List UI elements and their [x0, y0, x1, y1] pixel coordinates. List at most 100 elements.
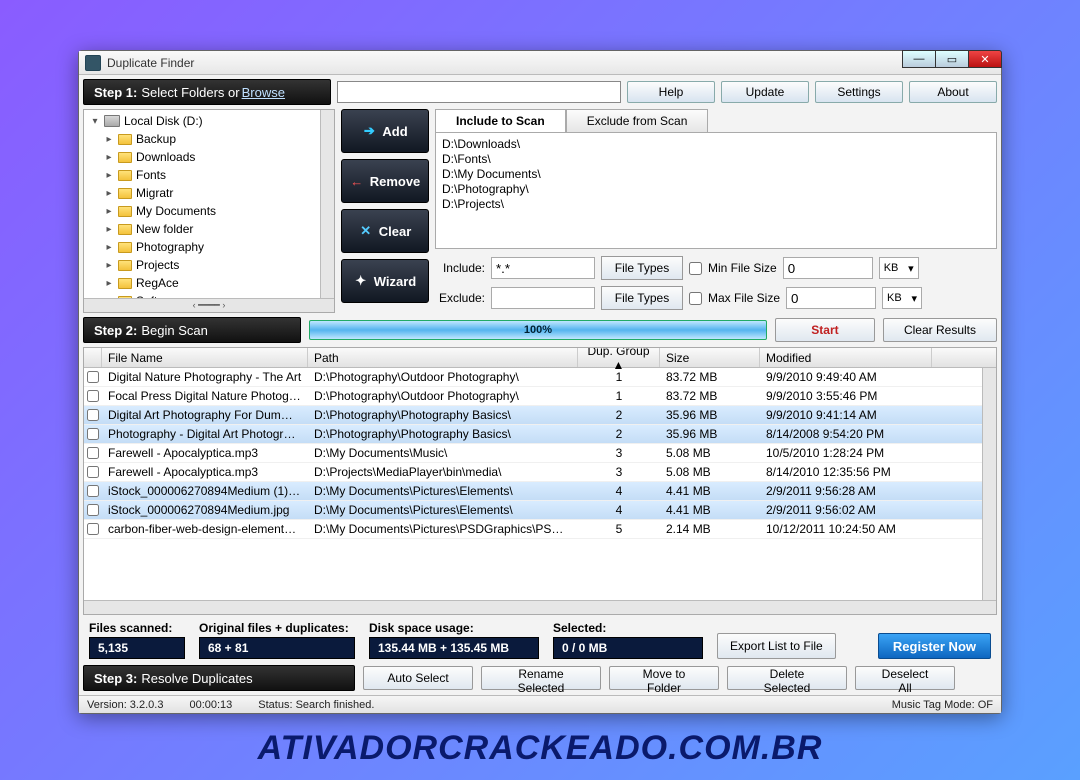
- row-checkbox[interactable]: [87, 428, 99, 440]
- scan-path-item[interactable]: D:\Fonts\: [442, 152, 990, 167]
- maximize-button[interactable]: ▭: [935, 50, 969, 68]
- about-button[interactable]: About: [909, 81, 997, 103]
- step2-header: Step 2:Begin Scan: [83, 317, 301, 343]
- table-row[interactable]: Farewell - Apocalyptica.mp3D:\Projects\M…: [84, 463, 996, 482]
- scan-path-item[interactable]: D:\Projects\: [442, 197, 990, 212]
- tree-item[interactable]: ▸Migratr: [86, 184, 332, 202]
- folder-path-input[interactable]: [337, 81, 621, 103]
- table-row[interactable]: iStock_000006270894Medium.jpgD:\My Docum…: [84, 501, 996, 520]
- folder-icon: [118, 152, 132, 163]
- table-row[interactable]: iStock_000006270894Medium (1).jpgD:\My D…: [84, 482, 996, 501]
- step1-header: Step 1:Select Folders or Browse: [83, 79, 331, 105]
- tree-item[interactable]: ▸RegAce: [86, 274, 332, 292]
- col-size[interactable]: Size: [660, 348, 760, 367]
- max-size-unit[interactable]: KB▾: [882, 287, 922, 309]
- scan-paths-list[interactable]: D:\Downloads\D:\Fonts\D:\My Documents\D:…: [435, 132, 997, 249]
- folder-tree[interactable]: ▾Local Disk (D:)▸Backup▸Downloads▸Fonts▸…: [83, 109, 335, 313]
- move-to-folder-button[interactable]: Move to Folder: [609, 666, 719, 690]
- update-button[interactable]: Update: [721, 81, 809, 103]
- close-button[interactable]: ✕: [968, 50, 1002, 68]
- wizard-button[interactable]: ✦Wizard: [341, 259, 429, 303]
- scan-path-item[interactable]: D:\My Documents\: [442, 167, 990, 182]
- status-version: Version: 3.2.0.3: [87, 699, 163, 711]
- tree-item[interactable]: ▸Backup: [86, 130, 332, 148]
- col-modified[interactable]: Modified: [760, 348, 932, 367]
- tree-item[interactable]: ▸Downloads: [86, 148, 332, 166]
- col-filename[interactable]: File Name: [102, 348, 308, 367]
- rename-selected-button[interactable]: Rename Selected: [481, 666, 601, 690]
- exclude-filetypes-button[interactable]: File Types: [601, 286, 683, 310]
- col-checkbox[interactable]: [84, 348, 102, 367]
- tree-item[interactable]: ▸New folder: [86, 220, 332, 238]
- progress-bar: 100%: [309, 320, 767, 340]
- tree-scrollbar-vertical[interactable]: [320, 110, 334, 298]
- table-row[interactable]: Focal Press Digital Nature PhotograpD:\P…: [84, 387, 996, 406]
- delete-selected-button[interactable]: Delete Selected: [727, 666, 847, 690]
- minimize-button[interactable]: —: [902, 50, 936, 68]
- exclude-label: Exclude:: [435, 291, 485, 305]
- browse-link[interactable]: Browse: [242, 85, 285, 100]
- results-grid[interactable]: File Name Path Dup. Group ▲ Size Modifie…: [83, 347, 997, 615]
- clear-button[interactable]: ✕Clear: [341, 209, 429, 253]
- table-row[interactable]: Digital Nature Photography - The ArtD:\P…: [84, 368, 996, 387]
- row-checkbox[interactable]: [87, 409, 99, 421]
- scan-path-item[interactable]: D:\Downloads\: [442, 137, 990, 152]
- tree-item[interactable]: ▸My Documents: [86, 202, 332, 220]
- grid-scrollbar-vertical[interactable]: [982, 368, 996, 600]
- remove-button[interactable]: ←Remove: [341, 159, 429, 203]
- tree-item[interactable]: ▸Projects: [86, 256, 332, 274]
- table-row[interactable]: carbon-fiber-web-design-elements (1)D:\M…: [84, 520, 996, 539]
- stat-selected-label: Selected:: [553, 621, 703, 635]
- auto-select-button[interactable]: Auto Select: [363, 666, 473, 690]
- status-message: Status: Search finished.: [258, 699, 374, 711]
- table-row[interactable]: Photography - Digital Art PhotographyD:\…: [84, 425, 996, 444]
- include-filetypes-button[interactable]: File Types: [601, 256, 683, 280]
- row-checkbox[interactable]: [87, 371, 99, 383]
- row-checkbox[interactable]: [87, 390, 99, 402]
- tree-item[interactable]: ▸Fonts: [86, 166, 332, 184]
- step3-header: Step 3:Resolve Duplicates: [83, 665, 355, 691]
- col-dupgroup[interactable]: Dup. Group ▲: [578, 348, 660, 367]
- status-music-mode: Music Tag Mode: OF: [892, 699, 993, 711]
- folder-icon: [118, 278, 132, 289]
- scan-path-item[interactable]: D:\Photography\: [442, 182, 990, 197]
- settings-button[interactable]: Settings: [815, 81, 903, 103]
- app-icon: [85, 55, 101, 71]
- tree-root[interactable]: ▾Local Disk (D:): [86, 112, 332, 130]
- min-size-checkbox[interactable]: [689, 262, 702, 275]
- exclude-input[interactable]: [491, 287, 595, 309]
- include-input[interactable]: [491, 257, 595, 279]
- arrow-right-icon: ➔: [362, 124, 376, 138]
- status-time: 00:00:13: [189, 699, 232, 711]
- start-button[interactable]: Start: [775, 318, 875, 342]
- max-size-input[interactable]: [786, 287, 876, 309]
- tree-scrollbar-horizontal[interactable]: ‹ ━━━━ ›: [84, 298, 334, 312]
- tab-exclude[interactable]: Exclude from Scan: [566, 109, 709, 132]
- min-size-input[interactable]: [783, 257, 873, 279]
- clear-results-button[interactable]: Clear Results: [883, 318, 997, 342]
- table-row[interactable]: Farewell - Apocalyptica.mp3D:\My Documen…: [84, 444, 996, 463]
- col-path[interactable]: Path: [308, 348, 578, 367]
- row-checkbox[interactable]: [87, 466, 99, 478]
- register-button[interactable]: Register Now: [878, 633, 991, 659]
- row-checkbox[interactable]: [87, 485, 99, 497]
- stat-disk-value: 135.44 MB + 135.45 MB: [369, 637, 539, 659]
- stat-disk-label: Disk space usage:: [369, 621, 539, 635]
- deselect-all-button[interactable]: Deselect All: [855, 666, 955, 690]
- row-checkbox[interactable]: [87, 523, 99, 535]
- table-row[interactable]: Digital Art Photography For Dummies.D:\P…: [84, 406, 996, 425]
- export-list-button[interactable]: Export List to File: [717, 633, 836, 659]
- row-checkbox[interactable]: [87, 504, 99, 516]
- add-button[interactable]: ➔Add: [341, 109, 429, 153]
- min-size-unit[interactable]: KB▾: [879, 257, 919, 279]
- max-size-checkbox[interactable]: [689, 292, 702, 305]
- tree-item[interactable]: ▸Photography: [86, 238, 332, 256]
- tab-include[interactable]: Include to Scan: [435, 109, 566, 132]
- help-button[interactable]: Help: [627, 81, 715, 103]
- row-checkbox[interactable]: [87, 447, 99, 459]
- titlebar[interactable]: Duplicate Finder — ▭ ✕: [79, 51, 1001, 75]
- stat-scanned-value: 5,135: [89, 637, 185, 659]
- grid-scrollbar-horizontal[interactable]: [84, 600, 996, 614]
- folder-icon: [118, 134, 132, 145]
- stat-selected-value: 0 / 0 MB: [553, 637, 703, 659]
